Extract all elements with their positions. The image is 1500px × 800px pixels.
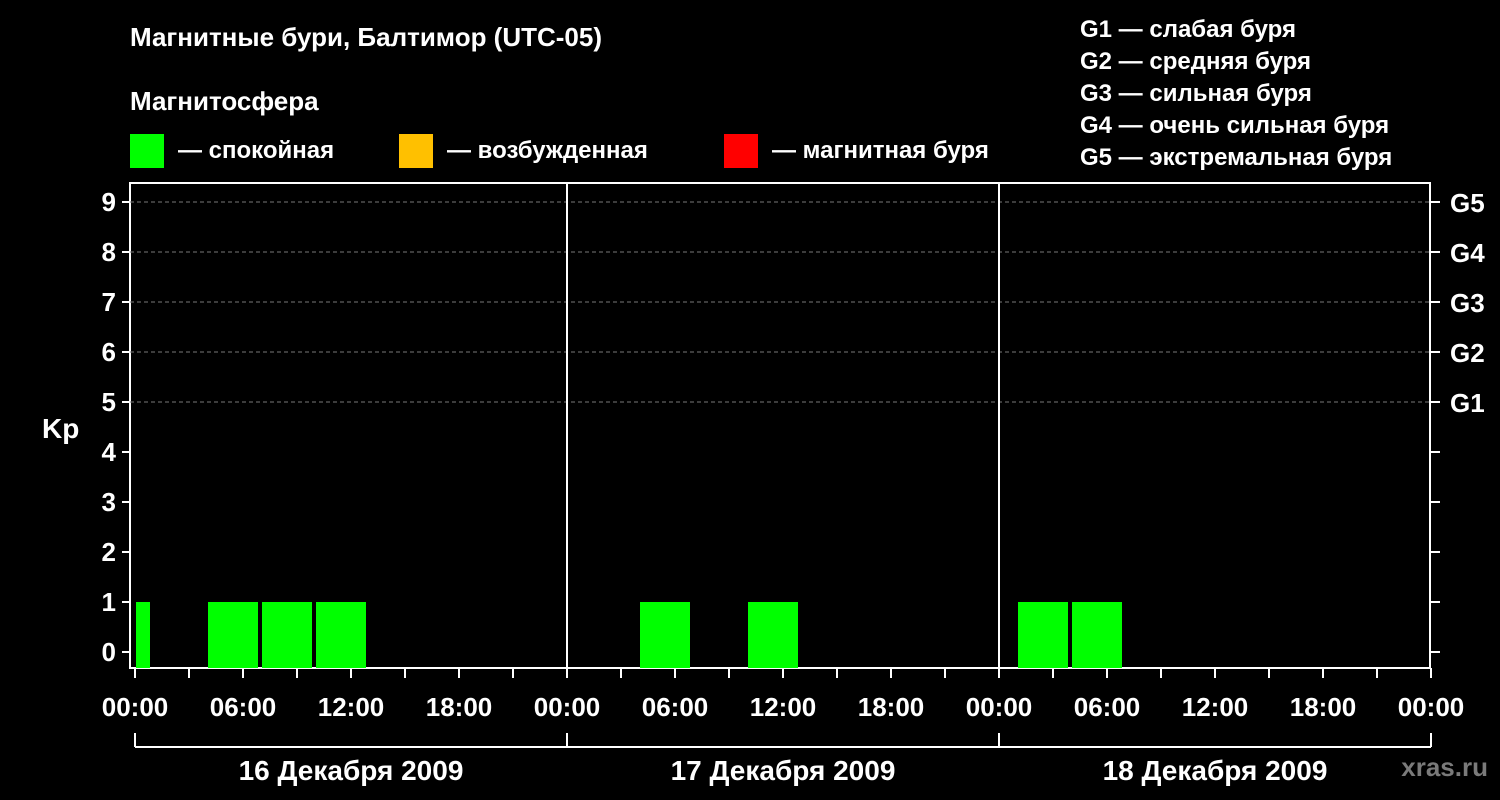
kp-chart: 0 1 2 3 4 5 6 7 8 9 G1 G2 G3 G4 G5 Kp 00:00 06:00 12:00 18:…: [42, 182, 1485, 786]
kp-bar: [136, 602, 150, 668]
x-tick-label: 06:00: [642, 692, 709, 722]
y-tick-label: 6: [102, 337, 116, 367]
y-tick-label: 9: [102, 187, 116, 217]
x-tick-label: 06:00: [1074, 692, 1141, 722]
x-tick-label: 18:00: [426, 692, 493, 722]
day-label: 18 Декабря 2009: [1103, 755, 1328, 786]
y-tick-label: 1: [102, 587, 116, 617]
y-tick-label: 7: [102, 287, 116, 317]
kp-bar: [316, 602, 366, 668]
x-tick-label: 12:00: [318, 692, 385, 722]
kp-bar: [640, 602, 690, 668]
kp-bar: [208, 602, 258, 668]
g-level-label: G3: [1450, 288, 1485, 318]
x-tick-label: 00:00: [966, 692, 1033, 722]
kp-bar: [262, 602, 312, 668]
plot-frame: [129, 182, 1431, 669]
x-tick-label: 12:00: [750, 692, 817, 722]
day-label: 17 Декабря 2009: [671, 755, 896, 786]
x-tick-label: 00:00: [102, 692, 169, 722]
kp-bar: [748, 602, 798, 668]
y-tick-label: 0: [102, 637, 116, 667]
y-tick-label: 2: [102, 537, 116, 567]
g-level-label: G4: [1450, 238, 1485, 268]
y-axis-label: Kp: [42, 413, 79, 444]
y-tick-label: 5: [102, 387, 116, 417]
y-tick-label: 4: [102, 437, 117, 467]
watermark: xras.ru: [1401, 752, 1488, 782]
kp-bar: [1072, 602, 1122, 668]
x-tick-label: 18:00: [858, 692, 925, 722]
x-tick-label: 00:00: [1398, 692, 1465, 722]
g-level-label: G1: [1450, 388, 1485, 418]
y-tick-label: 8: [102, 237, 116, 267]
x-tick-label: 06:00: [210, 692, 277, 722]
x-tick-label: 12:00: [1182, 692, 1249, 722]
kp-bar: [1018, 602, 1068, 668]
g-level-label: G5: [1450, 188, 1485, 218]
g-level-label: G2: [1450, 338, 1485, 368]
day-label: 16 Декабря 2009: [239, 755, 464, 786]
x-tick-label: 00:00: [534, 692, 601, 722]
x-tick-label: 18:00: [1290, 692, 1357, 722]
y-tick-label: 3: [102, 487, 116, 517]
